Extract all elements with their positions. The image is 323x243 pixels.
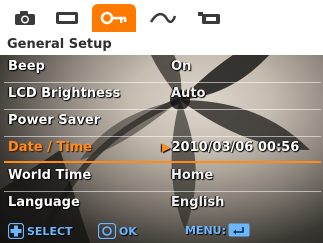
date-time-value: 2010/03/06 00:56 bbox=[171, 140, 300, 155]
select-hint: SELECT bbox=[8, 223, 73, 239]
tab-setup[interactable] bbox=[92, 4, 136, 32]
button-guide-bar: SELECT OK MENU: bbox=[0, 220, 323, 243]
camera-icon bbox=[15, 11, 35, 25]
menu-item-value: English bbox=[171, 195, 225, 210]
menu-hint-label: MENU: bbox=[185, 223, 226, 237]
menu-item-value: Auto bbox=[171, 86, 206, 101]
menu-item-label: LCD Brightness bbox=[8, 86, 121, 101]
ok-hint-label: OK bbox=[119, 224, 137, 238]
tab-print[interactable] bbox=[190, 4, 228, 32]
tab-connection[interactable] bbox=[144, 4, 182, 32]
selection-underline bbox=[4, 161, 321, 163]
menu-item-date-time[interactable]: Date / Time ▶2010/03/06 00:56 bbox=[0, 137, 323, 163]
dpad-icon bbox=[8, 223, 24, 239]
menu-item-label: Date / Time bbox=[8, 140, 93, 155]
tab-still-camera[interactable] bbox=[8, 4, 42, 32]
return-icon bbox=[228, 223, 250, 237]
menu-item-power-saver[interactable]: Power Saver bbox=[0, 110, 323, 136]
connection-icon bbox=[149, 12, 177, 24]
menu-item-lcd-brightness[interactable]: LCD Brightness Auto bbox=[0, 83, 323, 109]
menu-item-value: Home bbox=[171, 168, 214, 183]
menu-item-label: Language bbox=[8, 195, 80, 210]
menu-item-value: ▶2010/03/06 00:56 bbox=[162, 140, 299, 155]
section-title: General Setup bbox=[0, 35, 323, 55]
print-icon bbox=[198, 12, 220, 24]
menu-item-beep[interactable]: Beep On bbox=[0, 56, 323, 82]
menu-item-label: Power Saver bbox=[8, 113, 101, 128]
func-ok-button-icon bbox=[98, 223, 116, 239]
setup-key-icon bbox=[100, 11, 127, 25]
menu-item-label: World Time bbox=[8, 168, 92, 183]
ok-hint: OK bbox=[98, 223, 137, 239]
menu-hint: MENU: bbox=[185, 223, 253, 237]
menu-item-world-time[interactable]: World Time Home bbox=[0, 165, 323, 191]
tab-movie[interactable] bbox=[50, 4, 84, 32]
video-camera-icon bbox=[56, 12, 78, 24]
menu-item-language[interactable]: Language English bbox=[0, 192, 323, 218]
menu-tab-bar bbox=[0, 0, 323, 35]
selection-arrow-icon: ▶ bbox=[162, 141, 171, 154]
select-hint-label: SELECT bbox=[27, 224, 73, 238]
camera-setup-screen: General Setup Beep On LCD Brightness Aut… bbox=[0, 0, 323, 243]
menu-item-value: On bbox=[171, 59, 192, 74]
menu-item-label: Beep bbox=[8, 59, 45, 74]
